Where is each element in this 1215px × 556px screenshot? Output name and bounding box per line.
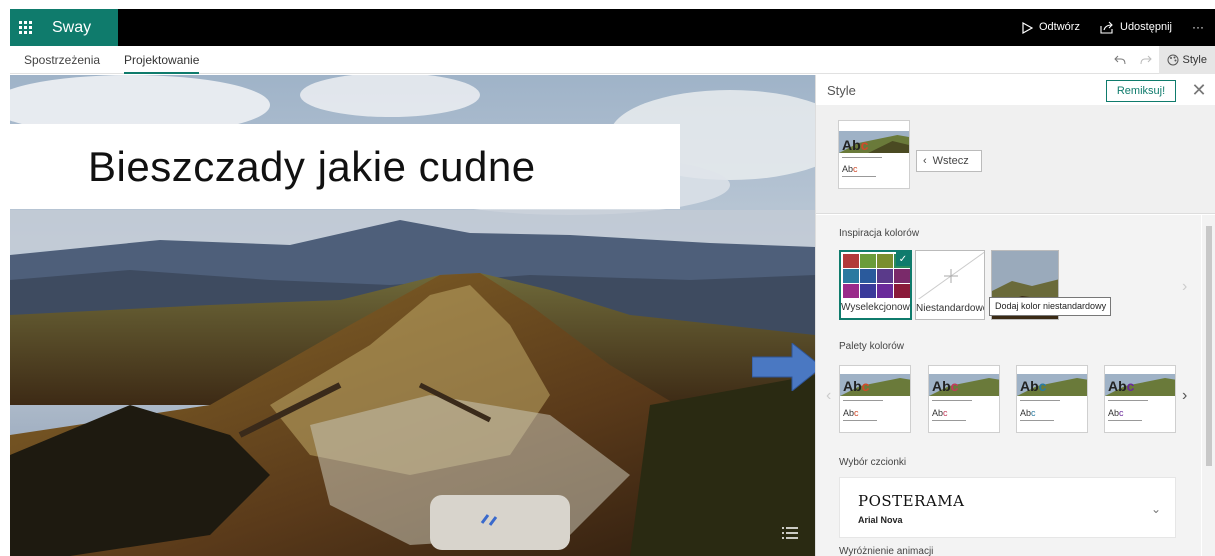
more-options-button[interactable]: ··· bbox=[1192, 9, 1204, 46]
palette-body-sample: Abc bbox=[1020, 408, 1036, 418]
play-label: Odtwórz bbox=[1039, 21, 1080, 33]
play-button[interactable]: Odtwórz bbox=[1022, 9, 1080, 46]
color-swatch bbox=[860, 269, 876, 283]
font-subname: Arial Nova bbox=[858, 515, 903, 525]
palette-heading-sample: Abc bbox=[1020, 378, 1047, 394]
chevron-left-icon: ‹ bbox=[923, 155, 927, 167]
style-panel: Style Remiksuj! ✕ Abc Abc ‹ Wstecz Inspi… bbox=[815, 75, 1215, 556]
remix-button[interactable]: Remiksuj! bbox=[1106, 80, 1176, 102]
color-swatch bbox=[843, 269, 859, 283]
color-inspiration-custom[interactable]: Niestandardowe bbox=[915, 250, 985, 320]
add-icon bbox=[916, 251, 984, 301]
color-swatch bbox=[894, 269, 910, 283]
app-launcher-button[interactable] bbox=[10, 9, 40, 46]
story-title: Bieszczady jakie cudne bbox=[88, 142, 536, 190]
title-card[interactable]: Bieszczady jakie cudne bbox=[10, 124, 680, 209]
tab-insights[interactable]: Spostrzeżenia bbox=[24, 46, 100, 74]
color-swatch bbox=[843, 254, 859, 268]
inspiration-label-custom: Niestandardowe bbox=[916, 299, 984, 319]
color-swatch bbox=[877, 254, 893, 268]
share-icon bbox=[1100, 21, 1113, 34]
redo-icon bbox=[1140, 55, 1152, 65]
share-button[interactable]: Udostępnij bbox=[1100, 9, 1172, 46]
color-swatch bbox=[843, 284, 859, 298]
checkmark-icon: ✓ bbox=[896, 252, 910, 266]
color-swatch bbox=[860, 284, 876, 298]
play-icon bbox=[1022, 21, 1033, 34]
palette-body-sample: Abc bbox=[932, 408, 948, 418]
current-style-section: Abc Abc ‹ Wstecz bbox=[816, 105, 1215, 214]
navigation-icon[interactable] bbox=[780, 525, 804, 545]
font-name: POSTERAMA bbox=[858, 492, 965, 510]
top-bar: Sway Odtwórz Udostępnij ··· bbox=[10, 9, 1215, 46]
palette-option[interactable]: Abc Abc bbox=[1104, 365, 1176, 433]
tile-heading-sample: Abc bbox=[842, 137, 869, 153]
color-swatch bbox=[860, 254, 876, 268]
back-button[interactable]: ‹ Wstecz bbox=[916, 150, 982, 172]
story-canvas[interactable]: Bieszczady jakie cudne bbox=[10, 75, 815, 556]
panel-title: Style bbox=[827, 83, 856, 98]
inspiration-label-curated: Wyselekcjonowane bbox=[841, 298, 910, 318]
undo-button[interactable] bbox=[1107, 46, 1133, 74]
close-icon[interactable]: ✕ bbox=[1188, 79, 1210, 101]
style-button-label: Style bbox=[1182, 54, 1207, 66]
tab-bar: Spostrzeżenia Projektowanie Style bbox=[10, 46, 1215, 74]
chevron-left-icon[interactable]: ‹ bbox=[826, 387, 831, 405]
palette-icon bbox=[1167, 54, 1179, 66]
tab-tools: Style bbox=[1107, 46, 1215, 74]
share-label: Udostępnij bbox=[1120, 21, 1172, 33]
palette-body-sample: Abc bbox=[1108, 408, 1124, 418]
color-inspiration-curated[interactable]: ✓ Wyselekcjonowane bbox=[839, 250, 912, 320]
palette-option[interactable]: Abc Abc bbox=[928, 365, 1000, 433]
palette-option[interactable]: Abc Abc bbox=[839, 365, 911, 433]
animation-emphasis-label: Wyróżnienie animacji bbox=[839, 546, 934, 556]
chevron-right-icon[interactable]: › bbox=[1182, 387, 1187, 405]
color-swatch bbox=[877, 269, 893, 283]
tile-body-sample: Abc bbox=[842, 164, 858, 174]
app-name[interactable]: Sway bbox=[40, 9, 118, 46]
palette-heading-sample: Abc bbox=[932, 378, 959, 394]
undo-icon bbox=[1113, 55, 1126, 65]
palette-heading-sample: Abc bbox=[843, 378, 870, 394]
color-inspiration-label: Inspiracja kolorów bbox=[839, 228, 920, 239]
palette-option[interactable]: Abc Abc bbox=[1016, 365, 1088, 433]
redo-button[interactable] bbox=[1133, 46, 1159, 74]
font-selector[interactable]: POSTERAMA Arial Nova ⌄ bbox=[839, 477, 1176, 538]
scrollbar-thumb[interactable] bbox=[1206, 226, 1212, 466]
panel-header: Style Remiksuj! ✕ bbox=[816, 75, 1215, 105]
tab-design[interactable]: Projektowanie bbox=[124, 46, 200, 74]
palette-heading-sample: Abc bbox=[1108, 378, 1135, 394]
chevron-down-icon: ⌄ bbox=[1150, 502, 1161, 516]
current-style-tile[interactable]: Abc Abc bbox=[838, 120, 910, 189]
tooltip: Dodaj kolor niestandardowy bbox=[989, 297, 1111, 316]
back-label: Wstecz bbox=[932, 155, 969, 167]
font-choice-label: Wybór czcionki bbox=[839, 457, 907, 468]
color-swatch bbox=[877, 284, 893, 298]
color-palettes-label: Palety kolorów bbox=[839, 341, 905, 352]
sway-window: Sway Odtwórz Udostępnij ··· Spostrzeżeni… bbox=[0, 0, 1215, 556]
panel-scrollbar[interactable] bbox=[1202, 215, 1215, 556]
arrow-annotation bbox=[752, 343, 815, 391]
style-button[interactable]: Style bbox=[1158, 46, 1215, 74]
palette-body-sample: Abc bbox=[843, 408, 859, 418]
color-swatch bbox=[894, 284, 910, 298]
chevron-right-icon[interactable]: › bbox=[1182, 278, 1187, 296]
waffle-icon bbox=[18, 21, 32, 34]
